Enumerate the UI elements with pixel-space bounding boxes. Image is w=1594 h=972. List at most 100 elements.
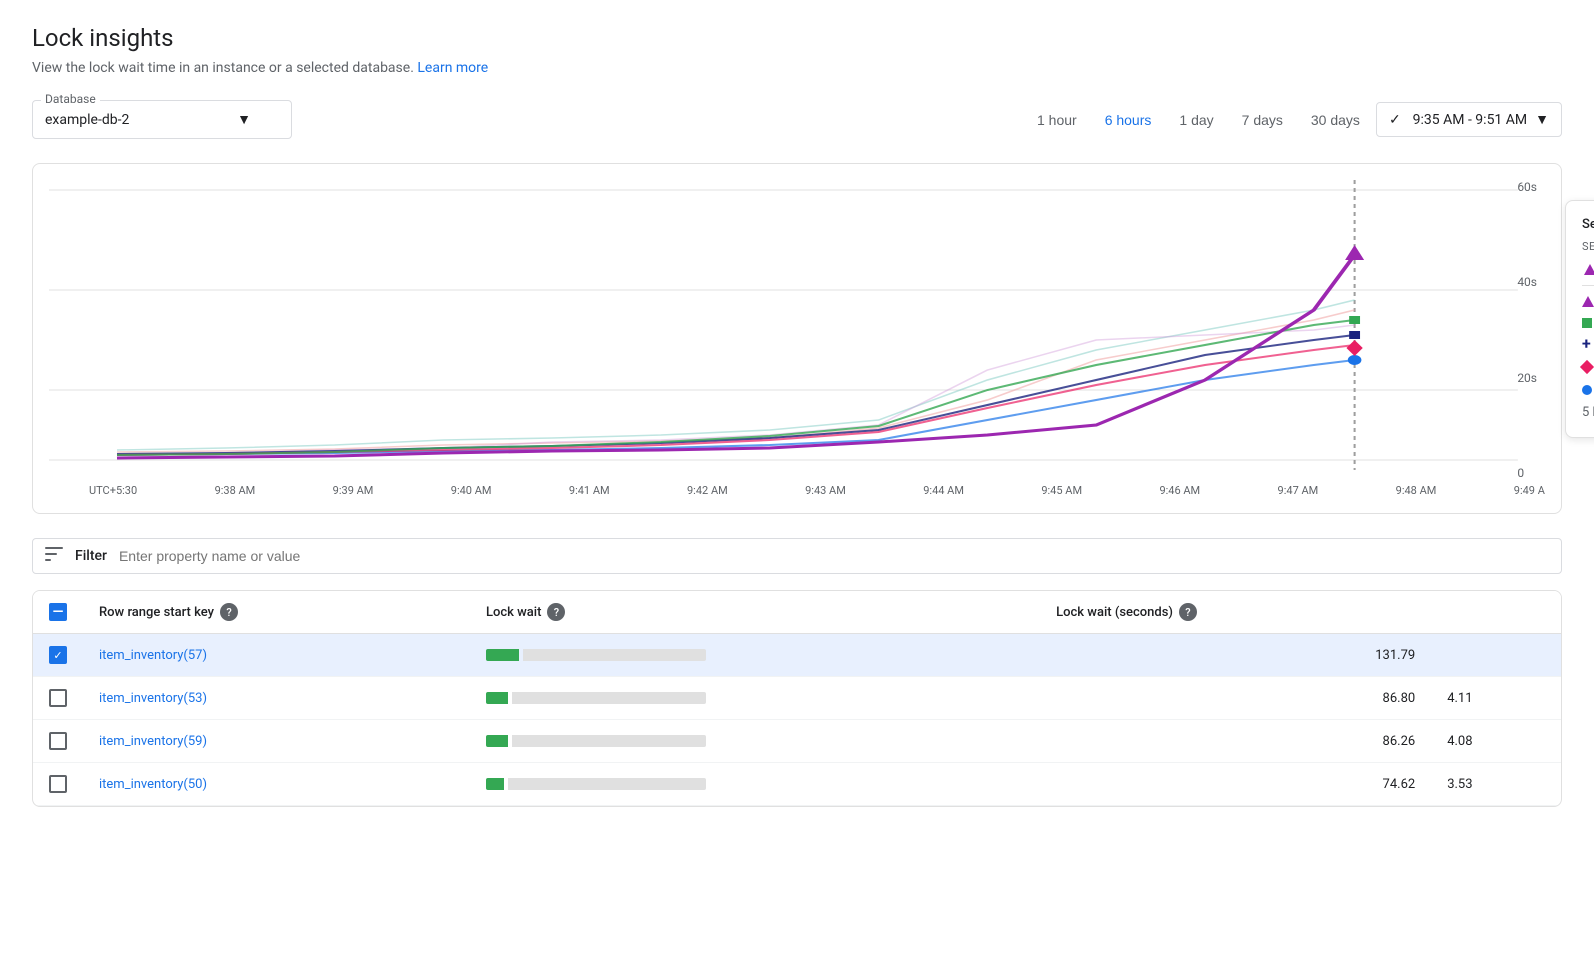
data-table: — Row range start key ? Lock wait <box>33 591 1561 806</box>
x-label-6: 9:43 AM <box>805 484 846 497</box>
header-lock-wait: Lock wait ? <box>470 591 1040 634</box>
dropdown-arrow-icon: ▼ <box>237 111 251 128</box>
row-1-name: item_inventory(57) <box>83 634 470 677</box>
table-row: ✓ item_inventory(57) 131.79 <box>33 634 1561 677</box>
row-4-bar <box>470 763 1040 806</box>
filter-icon <box>45 547 63 565</box>
row-1-seconds: 131.79 <box>1040 634 1431 677</box>
tooltip-divider <box>1582 285 1594 286</box>
x-label-1: 9:38 AM <box>215 484 256 497</box>
time-btn-1day[interactable]: 1 day <box>1167 104 1225 136</box>
database-value: example-db-2 <box>45 112 129 128</box>
time-range-controls: 1 hour 6 hours 1 day 7 days 30 days ✓ 9:… <box>1025 102 1562 137</box>
row-2-bar-green <box>486 692 508 704</box>
x-label-7: 9:44 AM <box>923 484 964 497</box>
row-1-link[interactable]: item_inventory(57) <box>99 648 207 663</box>
x-label-5: 9:42 AM <box>687 484 728 497</box>
row-2-bar-gray <box>512 692 706 704</box>
row-3-bar-green <box>486 735 508 747</box>
row-2-name: item_inventory(53) <box>83 677 470 720</box>
database-dropdown[interactable]: Database example-db-2 ▼ <box>32 100 292 139</box>
minus-icon: — <box>53 605 64 619</box>
row-4-bar-green <box>486 778 504 790</box>
legend-icon-0 <box>1582 296 1594 307</box>
row-2-checkbox[interactable] <box>49 689 67 707</box>
chart-tooltip: Sep 29, 2022, 9:49:00 AM SELECTED item_i… <box>1565 200 1594 438</box>
row-1-bar-green <box>486 649 519 661</box>
x-label-10: 9:47 AM <box>1278 484 1319 497</box>
database-selector: Database example-db-2 ▼ <box>32 100 292 139</box>
x-label-2: 9:39 AM <box>333 484 374 497</box>
row-3-bar <box>470 720 1040 763</box>
help-icon-row-range[interactable]: ? <box>220 603 238 621</box>
table-header-row: — Row range start key ? Lock wait <box>33 591 1561 634</box>
row-2-link[interactable]: item_inventory(53) <box>99 691 207 706</box>
x-label-0: UTC+5:30 <box>89 484 137 497</box>
filter-label: Filter <box>75 548 107 564</box>
help-icon-lock-wait[interactable]: ? <box>547 603 565 621</box>
legend-icon-4 <box>1582 385 1592 395</box>
row-3-link[interactable]: item_inventory(59) <box>99 734 207 749</box>
legend-item-0: item_inventory(57) 42.04s <box>1582 294 1594 309</box>
tooltip-selected-item: item_inventory(57) 42.04s <box>1582 261 1594 277</box>
legend-icon-1 <box>1582 318 1592 328</box>
legend-icon-3 <box>1580 360 1594 374</box>
header-extra <box>1431 591 1561 634</box>
select-all-checkbox[interactable]: — <box>49 603 67 621</box>
time-btn-30days[interactable]: 30 days <box>1299 104 1372 136</box>
row-2-extra: 4.11 <box>1431 677 1561 720</box>
header-checkbox-cell[interactable]: — <box>33 591 83 634</box>
check-icon: ✓ <box>1389 112 1401 128</box>
time-btn-6hours[interactable]: 6 hours <box>1093 104 1164 136</box>
legend-item-1: order_item(81,8) 22.82s <box>1582 315 1594 330</box>
x-label-12: 9:49 A <box>1514 484 1545 497</box>
row-2-checkbox-cell[interactable] <box>33 677 83 720</box>
below-label: 5 below ? <box>1582 403 1594 421</box>
row-4-checkbox[interactable] <box>49 775 67 793</box>
header-lock-wait-seconds: Lock wait (seconds) ? <box>1040 591 1431 634</box>
row-4-bar-gray <box>508 778 706 790</box>
row-1-checkbox-cell[interactable]: ✓ <box>33 634 83 677</box>
selected-item-icon <box>1582 261 1594 277</box>
custom-range-value: 9:35 AM - 9:51 AM <box>1413 112 1527 128</box>
filter-section: Filter — Row range start key <box>32 538 1562 807</box>
x-label-8: 9:45 AM <box>1041 484 1082 497</box>
row-4-name: item_inventory(50) <box>83 763 470 806</box>
x-label-4: 9:41 AM <box>569 484 610 497</box>
row-3-extra: 4.08 <box>1431 720 1561 763</box>
legend-item-3: item_inventory(53) 9.9s ? <box>1582 358 1594 376</box>
row-4-extra: 3.53 <box>1431 763 1561 806</box>
row-1-bar-gray <box>523 649 706 661</box>
row-2-seconds: 86.80 <box>1040 677 1431 720</box>
row-2-bar <box>470 677 1040 720</box>
learn-more-link[interactable]: Learn more <box>417 60 488 76</box>
row-3-name: item_inventory(59) <box>83 720 470 763</box>
filter-bar: Filter <box>32 538 1562 574</box>
table-row: item_inventory(50) 74.62 3.53 <box>33 763 1561 806</box>
tooltip-selected-label: SELECTED <box>1582 240 1594 253</box>
tooltip-timestamp: Sep 29, 2022, 9:49:00 AM <box>1582 217 1594 232</box>
row-3-checkbox-cell[interactable] <box>33 720 83 763</box>
legend-item-4: item_inventory(50) 9.31s <box>1582 382 1594 397</box>
filter-input[interactable] <box>119 548 1549 564</box>
row-1-checkbox[interactable]: ✓ <box>49 646 67 664</box>
x-label-11: 9:48 AM <box>1396 484 1437 497</box>
custom-time-range-button[interactable]: ✓ 9:35 AM - 9:51 AM ▼ <box>1376 102 1562 137</box>
checkmark-icon: ✓ <box>53 649 62 662</box>
row-3-bar-gray <box>512 735 706 747</box>
row-4-checkbox-cell[interactable] <box>33 763 83 806</box>
row-4-link[interactable]: item_inventory(50) <box>99 777 207 792</box>
table-container: — Row range start key ? Lock wait <box>32 590 1562 807</box>
legend-item-2: + item_inventory(59) 17.27s <box>1582 336 1594 352</box>
time-btn-1hour[interactable]: 1 hour <box>1025 104 1089 136</box>
database-label: Database <box>41 92 100 106</box>
chart-svg[interactable] <box>49 180 1545 480</box>
header-row-range: Row range start key ? <box>83 591 470 634</box>
row-4-seconds: 74.62 <box>1040 763 1431 806</box>
help-icon-lock-wait-seconds[interactable]: ? <box>1179 603 1197 621</box>
table-row: item_inventory(53) 86.80 4.11 <box>33 677 1561 720</box>
page-title: Lock insights <box>32 24 1562 52</box>
row-3-checkbox[interactable] <box>49 732 67 750</box>
time-btn-7days[interactable]: 7 days <box>1230 104 1295 136</box>
dropdown-chevron-icon: ▼ <box>1535 111 1549 128</box>
